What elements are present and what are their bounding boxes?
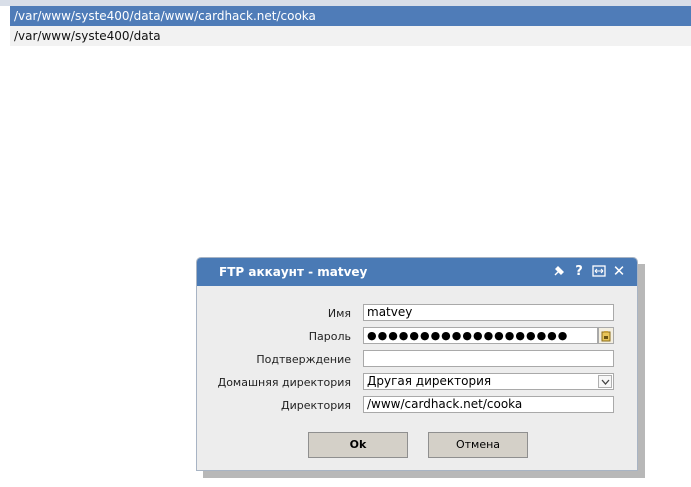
form-row-password: Пароль ●●●●●●●●●●●●●●●●●●● — [197, 326, 637, 349]
cancel-button[interactable]: Отмена — [428, 432, 528, 458]
dialog-buttons: Ok Отмена — [197, 432, 637, 458]
path-list: /var/www/syste400/data/www/cardhack.net/… — [10, 6, 691, 46]
ok-button[interactable]: Ok — [308, 432, 408, 458]
name-label: Имя — [327, 307, 351, 320]
chevron-down-icon[interactable] — [598, 375, 612, 388]
form-row-dir: Директория /www/cardhack.net/cooka — [197, 395, 637, 418]
header-icons: ? ✕ — [551, 262, 627, 280]
ftp-account-dialog: FTP аккаунт - matvey ? ✕ Имя matvey Паро… — [196, 257, 638, 471]
form-row-name: Имя matvey — [197, 303, 637, 326]
directory-field[interactable]: /www/cardhack.net/cooka — [363, 396, 614, 413]
home-dir-value: Другая директория — [367, 374, 492, 388]
maximize-icon[interactable] — [591, 263, 607, 279]
password-field[interactable]: ●●●●●●●●●●●●●●●●●●● — [363, 327, 598, 344]
page: /var/www/syste400/data/www/cardhack.net/… — [0, 0, 691, 487]
home-dir-select[interactable]: Другая директория — [363, 373, 614, 390]
path-row-selected[interactable]: /var/www/syste400/data/www/cardhack.net/… — [10, 6, 691, 26]
confirm-password-field[interactable] — [363, 350, 614, 367]
confirm-label: Подтверждение — [256, 353, 351, 366]
ftp-form: Имя matvey Пароль ●●●●●●●●●●●●●●●●●●● По… — [197, 303, 637, 418]
close-icon[interactable]: ✕ — [611, 262, 627, 280]
name-field[interactable]: matvey — [363, 304, 614, 321]
generate-password-icon[interactable] — [598, 327, 614, 344]
home-dir-label: Домашняя директория — [217, 376, 351, 389]
password-label: Пароль — [308, 330, 351, 343]
dir-label: Директория — [280, 399, 351, 412]
dialog-header[interactable]: FTP аккаунт - matvey ? ✕ — [197, 258, 637, 286]
help-icon[interactable]: ? — [571, 263, 587, 279]
pin-icon[interactable] — [551, 263, 567, 279]
form-row-confirm: Подтверждение — [197, 349, 637, 372]
form-row-home-dir: Домашняя директория Другая директория — [197, 372, 637, 395]
dialog-title: FTP аккаунт - matvey — [219, 265, 368, 279]
path-row[interactable]: /var/www/syste400/data — [10, 26, 691, 46]
